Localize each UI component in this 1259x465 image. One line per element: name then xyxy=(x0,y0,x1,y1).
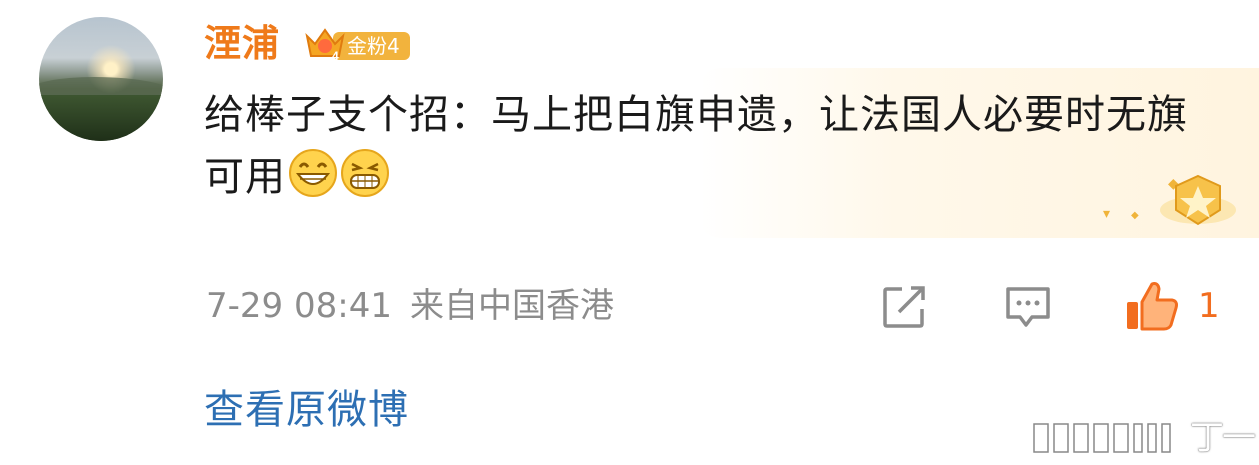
username[interactable]: 湮浦 xyxy=(204,20,280,68)
comment-meta: 7-29 08:41 来自中国香港 xyxy=(206,282,614,330)
sparkle-icon: ◆ xyxy=(1131,210,1139,221)
crown-icon: 4 xyxy=(305,28,345,63)
sparkle-icon: ▾ xyxy=(1103,206,1111,222)
like-count: 1 xyxy=(1198,286,1220,326)
view-original-link[interactable]: 查看原微博 xyxy=(204,383,409,437)
comment-body: 给棒子支个招：马上把白旗申遗，让法国人必要时无旗可用 xyxy=(204,84,1214,208)
thumbs-up-icon[interactable] xyxy=(1124,280,1180,332)
comment-time: 7-29 08:41 xyxy=(206,286,392,326)
avatar[interactable] xyxy=(39,17,163,141)
watermark-text: 丁一 xyxy=(1190,418,1256,458)
avatar-trees xyxy=(39,95,163,141)
grin-emoji-icon xyxy=(341,149,389,197)
watermark-logo xyxy=(1033,423,1171,453)
share-icon[interactable] xyxy=(882,285,928,329)
badge-level: 4 xyxy=(332,49,339,63)
laugh-emoji-icon xyxy=(289,149,337,197)
medal-icon xyxy=(1160,174,1236,226)
comment-icon[interactable] xyxy=(1004,285,1052,329)
comment-location: 来自中国香港 xyxy=(409,286,614,326)
